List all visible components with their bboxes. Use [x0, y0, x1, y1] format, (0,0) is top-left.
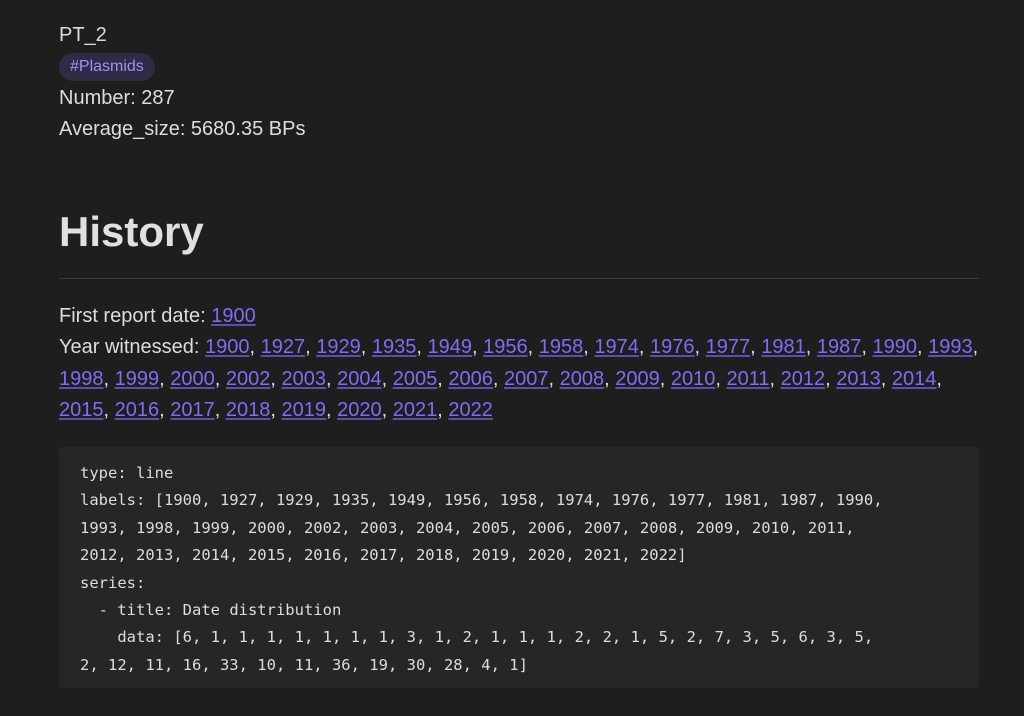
- code-line: 2, 12, 11, 16, 33, 10, 11, 36, 19, 30, 2…: [80, 655, 528, 674]
- year-link[interactable]: 1974: [594, 336, 639, 358]
- year-link[interactable]: 1977: [706, 336, 751, 358]
- year-separator: ,: [270, 399, 282, 421]
- year-link[interactable]: 1987: [817, 336, 862, 358]
- year-separator: ,: [825, 367, 837, 390]
- year-link[interactable]: 2003: [282, 368, 327, 390]
- year-link[interactable]: 2009: [615, 368, 660, 390]
- year-link[interactable]: 2013: [836, 368, 881, 390]
- year-separator: ,: [305, 336, 317, 358]
- year-link[interactable]: 1981: [761, 336, 806, 358]
- first-report-line: First report date: 1900: [59, 301, 979, 333]
- year-separator: ,: [437, 367, 449, 390]
- code-line: data: [6, 1, 1, 1, 1, 1, 1, 1, 3, 1, 2, …: [80, 628, 874, 647]
- year-link[interactable]: 1900: [205, 336, 250, 358]
- year-separator: ,: [472, 336, 484, 358]
- year-link[interactable]: 1999: [115, 368, 160, 390]
- code-text: type: line labels: [1900, 1927, 1929, 193…: [80, 460, 959, 679]
- first-report-label: First report date:: [59, 305, 206, 327]
- year-separator: ,: [527, 336, 539, 358]
- first-report-year-link[interactable]: 1900: [211, 305, 256, 327]
- year-link[interactable]: 2007: [504, 368, 549, 390]
- heading-divider: [59, 278, 979, 279]
- year-separator: ,: [381, 367, 393, 390]
- year-link[interactable]: 2004: [337, 368, 382, 390]
- year-separator: ,: [360, 336, 372, 358]
- year-separator: ,: [103, 367, 115, 390]
- year-separator: ,: [214, 367, 226, 390]
- year-separator: ,: [715, 367, 727, 390]
- code-line: 2012, 2013, 2014, 2015, 2016, 2017, 2018…: [80, 546, 687, 565]
- average-size-property: Average_size: 5680.35 BPs: [59, 118, 306, 140]
- year-separator: ,: [659, 367, 671, 390]
- year-link[interactable]: 2014: [892, 368, 937, 390]
- year-separator: ,: [880, 367, 892, 390]
- year-link[interactable]: 1949: [428, 336, 473, 358]
- year-link[interactable]: 2017: [170, 399, 215, 421]
- year-link[interactable]: 1958: [539, 336, 584, 358]
- code-line: series:: [80, 573, 146, 592]
- year-link[interactable]: 2022: [448, 399, 493, 421]
- year-separator: ,: [214, 399, 226, 421]
- history-heading: History: [59, 208, 204, 255]
- year-link[interactable]: 2005: [393, 368, 438, 390]
- year-link[interactable]: 1976: [650, 336, 695, 358]
- year-link[interactable]: 2008: [560, 368, 605, 390]
- year-link[interactable]: 1935: [372, 336, 417, 358]
- year-witnessed-line: Year witnessed: 1900, 1927, 1929, 1935, …: [59, 332, 979, 427]
- year-separator: ,: [638, 336, 651, 358]
- year-witnessed-label: Year witnessed:: [59, 336, 200, 358]
- year-separator: ,: [326, 367, 338, 390]
- year-separator: ,: [270, 367, 282, 390]
- year-separator: ,: [548, 367, 560, 390]
- year-link[interactable]: 2000: [170, 368, 215, 390]
- tag-plasmids[interactable]: #Plasmids: [59, 53, 155, 81]
- year-separator: ,: [159, 367, 171, 390]
- year-link[interactable]: 2021: [393, 399, 438, 421]
- year-link[interactable]: 2020: [337, 399, 382, 421]
- year-separator: ,: [381, 399, 393, 421]
- year-link[interactable]: 1990: [873, 336, 918, 358]
- year-separator: ,: [416, 336, 428, 358]
- year-separator: ,: [750, 336, 762, 358]
- year-link[interactable]: 2011: [727, 368, 770, 390]
- number-property: Number: 287: [59, 87, 175, 109]
- year-separator: ,: [917, 336, 929, 358]
- year-separator: ,: [861, 336, 873, 358]
- year-separator: ,: [694, 336, 706, 358]
- year-separator: ,: [583, 336, 595, 358]
- chart-code-block: type: line labels: [1900, 1927, 1929, 193…: [59, 447, 979, 688]
- year-link[interactable]: 1927: [261, 336, 306, 358]
- year-link[interactable]: 1993: [928, 336, 973, 358]
- code-line: labels: [1900, 1927, 1929, 1935, 1949, 1…: [80, 491, 883, 510]
- year-separator: ,: [769, 367, 781, 390]
- year-separator: ,: [936, 367, 942, 390]
- year-link[interactable]: 1929: [316, 336, 361, 358]
- year-link[interactable]: 1956: [483, 336, 528, 358]
- note-title: PT_2: [59, 24, 107, 46]
- year-link[interactable]: 2006: [448, 368, 493, 390]
- year-link[interactable]: 2016: [115, 399, 160, 421]
- year-separator: ,: [326, 399, 338, 421]
- year-separator: ,: [805, 336, 817, 358]
- year-link[interactable]: 2012: [781, 368, 826, 390]
- year-separator: ,: [492, 367, 504, 390]
- year-link[interactable]: 2018: [226, 399, 271, 421]
- code-line: - title: Date distribution: [80, 601, 342, 620]
- year-separator: ,: [103, 399, 115, 421]
- year-separator: ,: [249, 336, 261, 358]
- year-separator: ,: [972, 336, 979, 358]
- year-link[interactable]: 2015: [59, 399, 104, 421]
- year-link[interactable]: 1998: [59, 368, 104, 390]
- code-line: type: line: [80, 464, 174, 482]
- year-link[interactable]: 2002: [226, 368, 271, 390]
- code-line: 1993, 1998, 1999, 2000, 2002, 2003, 2004…: [80, 518, 855, 537]
- year-link[interactable]: 2010: [671, 368, 716, 390]
- year-link[interactable]: 2019: [282, 399, 327, 421]
- year-separator: ,: [159, 399, 171, 421]
- year-separator: ,: [604, 367, 616, 390]
- year-separator: ,: [437, 399, 449, 421]
